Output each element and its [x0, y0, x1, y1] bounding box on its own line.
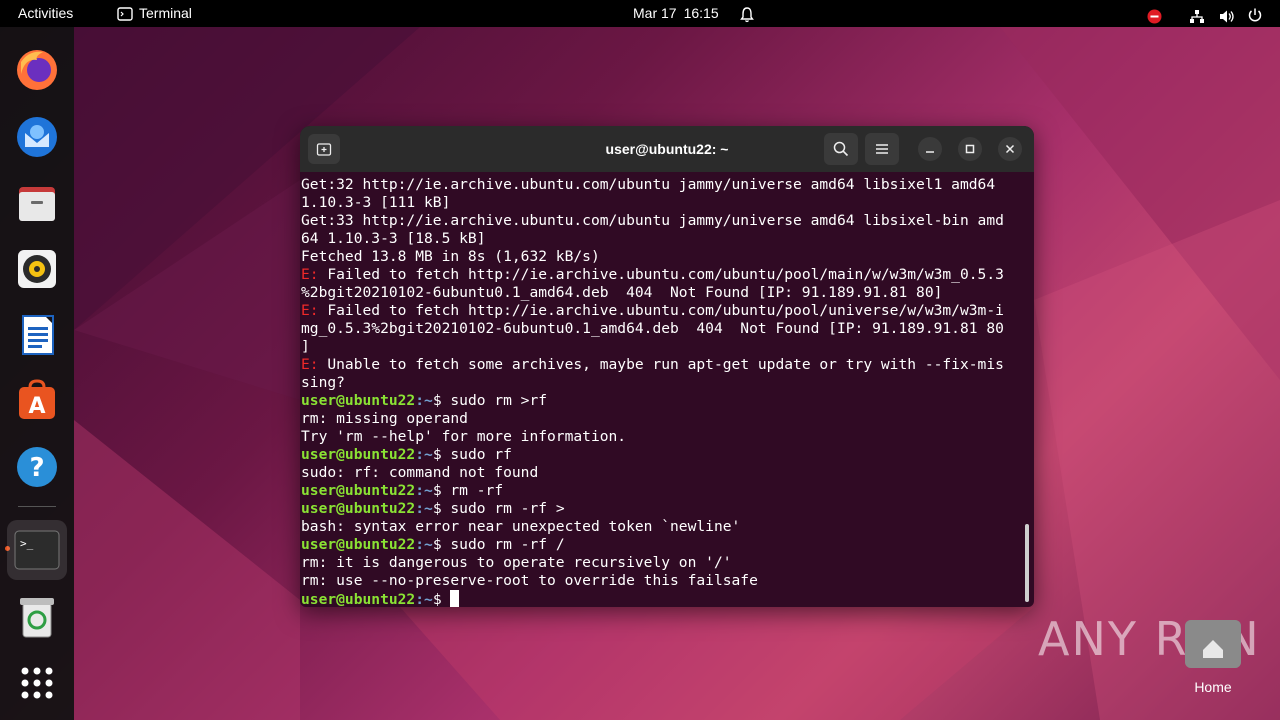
terminal-line: user@ubuntu22:~$ sudo rm >rf: [301, 392, 1026, 410]
terminal-line: %2bgit20210102-6ubuntu0.1_amd64.deb 404 …: [301, 284, 943, 301]
minimize-icon: [926, 151, 934, 153]
prompt-path: :~: [415, 446, 433, 463]
search-icon: [833, 141, 849, 157]
error-label: E:: [301, 356, 319, 373]
terminal-line: user@ubuntu22:~$ rm -rf: [301, 482, 1026, 500]
terminal-line: E: Unable to fetch some archives, maybe …: [301, 356, 1026, 374]
error-label: E:: [301, 302, 319, 319]
terminal-line: user@ubuntu22:~$ sudo rm -rf /: [301, 536, 1026, 554]
prompt-command: $: [432, 591, 451, 607]
terminal-line: bash: syntax error near unexpected token…: [301, 518, 741, 535]
app-menu[interactable]: Terminal: [117, 0, 192, 27]
close-icon: [1005, 144, 1015, 154]
files-icon[interactable]: [11, 177, 63, 229]
firefox-icon[interactable]: [11, 44, 63, 96]
grid-icon[interactable]: [11, 657, 63, 709]
terminal-line: rm: use --no-preserve-root to override t…: [301, 572, 758, 589]
prompt-path: :~: [415, 482, 433, 499]
prompt-path: :~: [415, 500, 433, 517]
text-cursor: [450, 590, 460, 607]
error-text: Failed to fetch http://ie.archive.ubuntu…: [318, 266, 1004, 283]
maximize-button[interactable]: [958, 137, 982, 161]
thunderbird-icon[interactable]: [11, 111, 63, 163]
prompt-user: user@ubuntu22: [301, 482, 416, 499]
terminal-line: 1.10.3-3 [111 kB]: [301, 194, 451, 211]
top-bar: Activities Terminal Mar 17 16:15: [0, 0, 1280, 27]
dock-divider: [18, 506, 56, 507]
libreoffice-writer-icon[interactable]: [11, 309, 63, 361]
terminal-line: rm: missing operand: [301, 410, 468, 427]
terminal-icon[interactable]: >_: [7, 520, 67, 580]
prompt-user: user@ubuntu22: [301, 536, 416, 553]
volume-icon[interactable]: [1219, 6, 1235, 23]
terminal-line: Try 'rm --help' for more information.: [301, 428, 627, 445]
rhythmbox-icon[interactable]: [11, 243, 63, 295]
terminal-app-icon: [117, 6, 133, 21]
clock-time: 16:15: [683, 5, 719, 21]
terminal-output[interactable]: Get:32 http://ie.archive.ubuntu.com/ubun…: [301, 176, 1026, 607]
prompt-user: user@ubuntu22: [301, 392, 416, 409]
prompt-command: $ sudo rm -rf >: [432, 500, 565, 517]
terminal-line: ]: [301, 338, 310, 355]
terminal-window[interactable]: user@ubuntu22: ~ Get:32 http://ie.archiv…: [300, 126, 1034, 607]
search-button[interactable]: [824, 133, 858, 165]
terminal-line: sudo: rf: command not found: [301, 464, 539, 481]
home-folder-icon[interactable]: [1185, 620, 1241, 668]
minimize-button[interactable]: [918, 137, 942, 161]
activities-button[interactable]: Activities: [18, 0, 73, 27]
home-folder-label[interactable]: Home: [1182, 679, 1244, 695]
terminal-line: 64 1.10.3-3 [18.5 kB]: [301, 230, 486, 247]
terminal-line: mg_0.5.3%2bgit20210102-6ubuntu0.1_amd64.…: [301, 320, 1004, 337]
prompt-user: user@ubuntu22: [301, 446, 416, 463]
prompt-command: $ rm -rf: [432, 482, 504, 499]
terminal-line: rm: it is dangerous to operate recursive…: [301, 554, 732, 571]
network-icon[interactable]: [1189, 6, 1205, 23]
app-center-icon[interactable]: A: [11, 375, 63, 427]
maximize-icon: [965, 144, 975, 154]
title-bar[interactable]: user@ubuntu22: ~: [300, 126, 1034, 172]
terminal-line: user@ubuntu22:~$ sudo rf: [301, 446, 1026, 464]
clock[interactable]: Mar 17 16:15: [633, 0, 719, 27]
power-icon[interactable]: [1247, 5, 1263, 22]
menu-button[interactable]: [865, 133, 899, 165]
close-button[interactable]: [998, 137, 1022, 161]
terminal-line: E: Failed to fetch http://ie.archive.ubu…: [301, 266, 1026, 284]
prompt-command: $ sudo rm -rf /: [432, 536, 565, 553]
app-menu-label: Terminal: [139, 5, 192, 21]
prompt-path: :~: [415, 392, 433, 409]
prompt-command: $ sudo rm >rf: [432, 392, 548, 409]
trash-icon[interactable]: [11, 591, 63, 643]
terminal-line: Get:32 http://ie.archive.ubuntu.com/ubun…: [301, 176, 996, 193]
terminal-line: Fetched 13.8 MB in 8s (1,632 kB/s): [301, 248, 600, 265]
terminal-line: E: Failed to fetch http://ie.archive.ubu…: [301, 302, 1026, 320]
svg-text:?: ?: [29, 453, 44, 483]
error-label: E:: [301, 266, 319, 283]
terminal-line: user@ubuntu22:~$: [301, 590, 1026, 607]
prompt-command: $ sudo rf: [432, 446, 512, 463]
clock-date: Mar 17: [633, 5, 677, 21]
scrollbar[interactable]: [1025, 524, 1029, 602]
prompt-path: :~: [415, 536, 433, 553]
svg-text:>_: >_: [20, 537, 34, 550]
hamburger-icon: [876, 144, 888, 154]
prompt-user: user@ubuntu22: [301, 591, 416, 607]
terminal-line: Get:33 http://ie.archive.ubuntu.com/ubun…: [301, 212, 1004, 229]
terminal-line: sing?: [301, 374, 345, 391]
error-text: Unable to fetch some archives, maybe run…: [318, 356, 1004, 373]
prompt-path: :~: [415, 591, 433, 607]
help-icon[interactable]: ?: [11, 441, 63, 493]
bell-icon[interactable]: [739, 5, 755, 23]
prompt-user: user@ubuntu22: [301, 500, 416, 517]
dock: A ? >_: [0, 27, 74, 720]
do-not-disturb-icon[interactable]: [1147, 6, 1162, 24]
error-text: Failed to fetch http://ie.archive.ubuntu…: [318, 302, 1004, 319]
terminal-line: user@ubuntu22:~$ sudo rm -rf >: [301, 500, 1026, 518]
svg-text:A: A: [28, 394, 45, 419]
